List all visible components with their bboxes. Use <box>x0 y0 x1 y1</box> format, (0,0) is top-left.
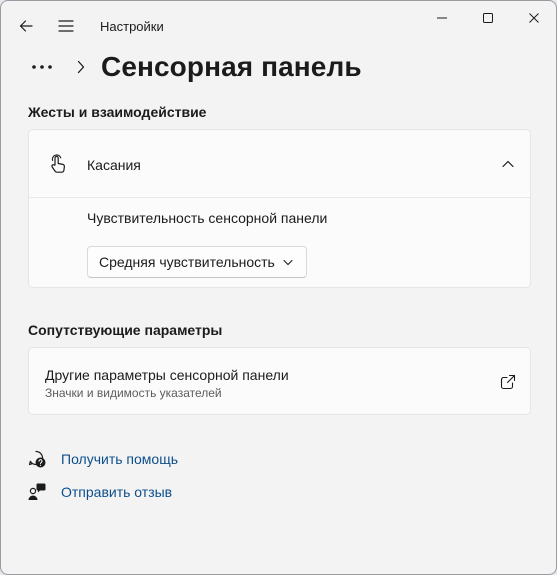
close-icon <box>529 13 539 23</box>
more-settings-subtitle: Значки и видимость указателей <box>45 386 222 400</box>
sensitivity-label: Чувствительность сенсорной панели <box>87 210 328 226</box>
chevron-right-icon <box>77 60 85 74</box>
minimize-button[interactable] <box>419 1 465 35</box>
feedback-icon <box>27 482 47 502</box>
send-feedback-link[interactable]: Отправить отзыв <box>27 481 172 503</box>
section-header-related: Сопутствующие параметры <box>28 322 223 338</box>
maximize-icon <box>483 13 493 23</box>
get-help-label: Получить помощь <box>61 451 179 467</box>
breadcrumb-separator <box>69 51 93 83</box>
sensitivity-dropdown[interactable]: Средняя чувствительность <box>87 246 307 278</box>
navigation-menu-button[interactable] <box>50 10 82 42</box>
taps-collapse-button[interactable] <box>492 148 524 180</box>
title-bar: Настройки <box>1 1 556 51</box>
hamburger-menu-icon <box>58 20 74 32</box>
taps-expander-header[interactable]: Касания <box>29 130 530 198</box>
section-header-gestures: Жесты и взаимодействие <box>28 104 207 120</box>
taps-expander: Касания Чувствительность сенсорной панел… <box>28 129 531 288</box>
send-feedback-label: Отправить отзыв <box>61 484 173 500</box>
tap-gesture-icon <box>51 154 65 173</box>
breadcrumb: Сенсорная панель <box>23 47 362 87</box>
maximize-button[interactable] <box>465 1 511 35</box>
app-title: Настройки <box>100 19 164 34</box>
settings-window: Настройки Сенсорная панель Жесты и взаим… <box>0 0 557 575</box>
more-touchpad-settings-link[interactable]: Другие параметры сенсорной панели Значки… <box>28 347 531 415</box>
minimize-icon <box>437 17 447 19</box>
more-button[interactable] <box>23 51 61 83</box>
arrow-left-icon <box>19 20 33 32</box>
get-help-link[interactable]: Получить помощь <box>27 448 178 470</box>
chevron-down-icon <box>283 259 293 266</box>
sensitivity-dropdown-value: Средняя чувствительность <box>99 254 275 270</box>
help-chat-icon <box>27 449 47 469</box>
taps-label: Касания <box>87 157 141 173</box>
back-button[interactable] <box>10 10 42 42</box>
page-title: Сенсорная панель <box>101 51 362 82</box>
close-button[interactable] <box>511 1 556 35</box>
more-horizontal-icon <box>32 65 52 69</box>
more-settings-title: Другие параметры сенсорной панели <box>45 367 289 383</box>
open-external-icon <box>500 374 516 390</box>
chevron-up-icon <box>502 160 514 168</box>
